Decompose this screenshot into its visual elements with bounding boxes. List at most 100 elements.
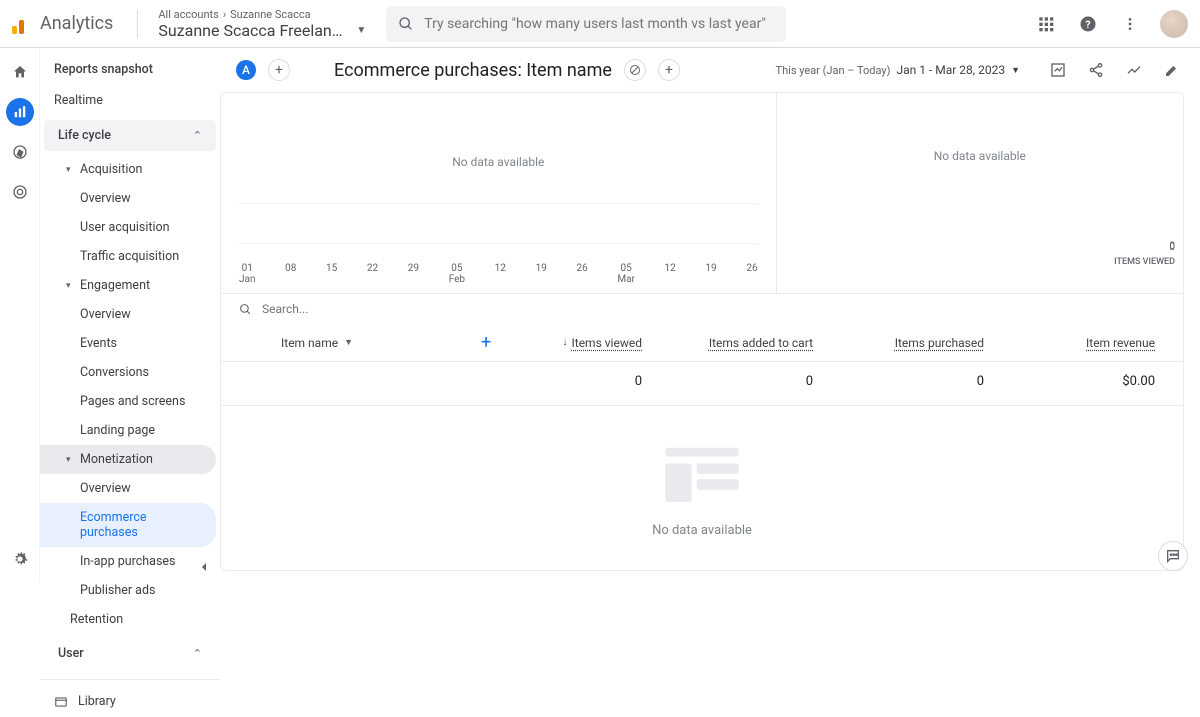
svg-text:?: ? (1085, 17, 1090, 30)
chevron-up-icon: ⌃ (193, 647, 202, 660)
rail-home[interactable] (6, 58, 34, 86)
sidebar-section-user[interactable]: User ⌃ (44, 638, 216, 669)
sidebar-section-lifecycle[interactable]: Life cycle ⌃ (44, 120, 216, 151)
breadcrumb-parent: All accounts (158, 8, 218, 21)
date-range: Jan 1 - Mar 28, 2023 (896, 63, 1005, 77)
feedback-button[interactable] (1158, 541, 1188, 571)
search-icon (398, 16, 414, 32)
sidebar-acq-user[interactable]: User acquisition (40, 213, 220, 242)
caret-down-icon: ▼ (356, 25, 366, 36)
customize-icon[interactable] (1046, 58, 1070, 82)
rail-admin[interactable] (6, 545, 34, 573)
sidebar-acq-traffic[interactable]: Traffic acquisition (40, 242, 220, 271)
edit-icon[interactable] (1160, 58, 1184, 82)
breadcrumb-child: Suzanne Scacca (230, 8, 311, 21)
sidebar-library[interactable]: Library (40, 686, 220, 717)
date-label: This year (Jan – Today) (776, 64, 891, 77)
library-icon (54, 695, 68, 709)
caret-down-icon: ▼ (1011, 65, 1020, 76)
col-item-revenue[interactable]: Item revenue (1024, 332, 1165, 353)
sidebar-eng-conversions[interactable]: Conversions (40, 358, 220, 387)
chart-bar: No data available 0 0 ITEMS VIEWED (777, 93, 1183, 293)
date-range-picker[interactable]: This year (Jan – Today) Jan 1 - Mar 28, … (776, 63, 1020, 77)
collapse-sidebar-icon[interactable] (196, 559, 212, 575)
empty-icon (657, 439, 747, 509)
caret-down-icon: ▾ (66, 455, 74, 465)
total-items-viewed: 0 (511, 374, 682, 389)
sidebar-engagement[interactable]: ▾Engagement (40, 271, 220, 300)
dimension-label: Item name (281, 336, 338, 350)
filter-clear-icon[interactable] (624, 59, 646, 81)
total-items-purchased: 0 (853, 374, 1024, 389)
table-totals-row: 0 0 0 $0.00 (221, 362, 1183, 401)
rail-reports[interactable] (6, 98, 34, 126)
more-vert-icon[interactable] (1118, 12, 1142, 36)
sidebar-mon-ecommerce[interactable]: Ecommerce purchases (40, 503, 216, 547)
caret-down-icon: ▾ (66, 281, 74, 291)
sidebar-eng-landing[interactable]: Landing page (40, 416, 220, 445)
col-items-viewed[interactable]: ↓ Items viewed (511, 332, 682, 353)
search-icon (239, 303, 252, 316)
report-title: Ecommerce purchases: Item name (334, 60, 612, 81)
sidebar-eng-overview[interactable]: Overview (40, 300, 220, 329)
account-picker[interactable]: All accounts › Suzanne Scacca Suzanne Sc… (146, 8, 378, 40)
breadcrumb: All accounts › Suzanne Scacca (158, 8, 366, 21)
sidebar-item-label: Library (78, 694, 116, 709)
sidebar-eng-events[interactable]: Events (40, 329, 220, 358)
column-label: Items purchased (895, 336, 984, 350)
rail-explore[interactable] (6, 138, 34, 166)
col-items-added[interactable]: Items added to cart (682, 332, 853, 353)
add-filter-button[interactable]: + (658, 59, 680, 81)
insights-icon[interactable] (1122, 58, 1146, 82)
col-items-purchased[interactable]: Items purchased (853, 332, 1024, 353)
sidebar-item-label: Acquisition (80, 162, 142, 177)
sidebar-section-label: User (58, 646, 84, 661)
avatar[interactable] (1160, 10, 1188, 38)
sidebar-section-label: Life cycle (58, 128, 111, 143)
add-segment-button[interactable]: + (268, 59, 290, 81)
share-icon[interactable] (1084, 58, 1108, 82)
sidebar-mon-publisher[interactable]: Publisher ads (40, 576, 220, 605)
segment-badge[interactable]: A (236, 60, 256, 80)
sidebar-eng-pages[interactable]: Pages and screens (40, 387, 220, 416)
sidebar-monetization[interactable]: ▾ Monetization (40, 445, 216, 474)
axis-label: ITEMS VIEWED (1114, 257, 1175, 267)
divider (137, 10, 138, 38)
column-label: Items added to cart (709, 336, 813, 350)
chart-nodata: No data available (452, 155, 544, 169)
chart-nodata: No data available (934, 149, 1026, 163)
axis-zero: 0 (1114, 242, 1175, 253)
chevron-up-icon: ⌃ (193, 129, 202, 142)
caret-down-icon: ▾ (66, 165, 74, 175)
chart-line: No data available 01Jan0815222905Feb1219… (221, 93, 777, 293)
help-icon[interactable]: ? (1076, 12, 1100, 36)
sidebar-item-label: Retention (70, 612, 123, 627)
sidebar-acquisition[interactable]: ▾ Acquisition (40, 155, 220, 184)
x-axis-ticks: 01Jan0815222905Feb12192605Mar121926 (239, 263, 758, 285)
sidebar-reports-snapshot[interactable]: Reports snapshot (40, 54, 220, 85)
column-label: Items viewed (572, 336, 643, 350)
sidebar-realtime[interactable]: Realtime (40, 85, 220, 116)
sidebar-item-label: Monetization (80, 452, 153, 467)
sidebar-mon-inapp[interactable]: In-app purchases (40, 547, 220, 576)
total-items-added: 0 (682, 374, 853, 389)
sort-desc-icon: ↓ (563, 337, 568, 348)
apps-icon[interactable] (1034, 12, 1058, 36)
table-search-input[interactable] (262, 302, 1165, 316)
table-empty-state: No data available (221, 405, 1183, 570)
account-name: Suzanne Scacca Freelance ... (158, 21, 348, 40)
sidebar-acq-overview[interactable]: Overview (40, 184, 220, 213)
rail-advertising[interactable] (6, 178, 34, 206)
total-item-revenue: $0.00 (1024, 374, 1165, 389)
analytics-logo-icon (12, 14, 32, 34)
add-dimension-button[interactable]: + (481, 332, 511, 353)
empty-label: No data available (652, 523, 752, 538)
caret-down-icon: ▼ (344, 337, 353, 348)
sidebar-mon-overview[interactable]: Overview (40, 474, 220, 503)
dimension-picker[interactable]: Item name ▼ (221, 332, 481, 353)
product-name: Analytics (40, 13, 113, 34)
search-bar[interactable] (386, 6, 786, 42)
sidebar-retention[interactable]: Retention (40, 605, 220, 634)
search-input[interactable] (424, 16, 774, 32)
column-label: Item revenue (1086, 336, 1155, 350)
